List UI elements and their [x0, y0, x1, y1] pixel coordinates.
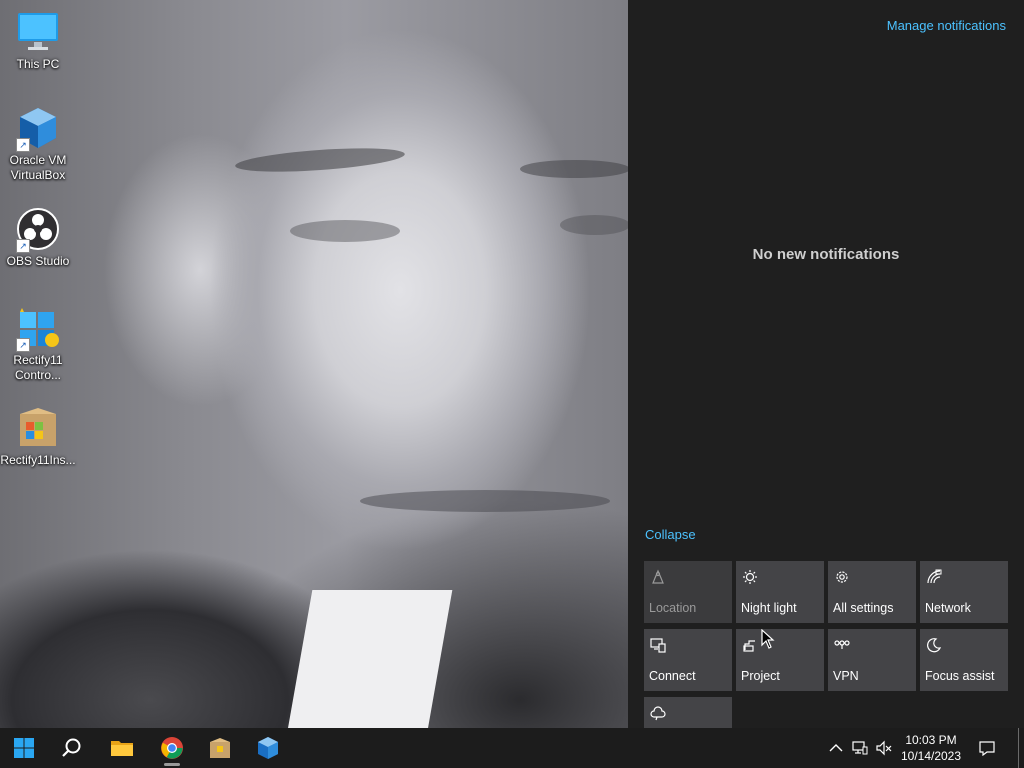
quick-action-cloud[interactable] [644, 697, 732, 728]
taskbar-chrome[interactable] [148, 728, 196, 768]
action-center-panel: Manage notifications No new notification… [628, 0, 1024, 728]
quick-action-all-settings[interactable]: All settings [828, 561, 916, 623]
virtualbox-icon [258, 737, 278, 759]
quick-action-label: Location [649, 601, 697, 615]
desktop-icon-rectify11-control[interactable]: ↗ Rectify11 Contro... [0, 306, 76, 383]
notification-center-button[interactable] [975, 728, 999, 768]
night-light-icon [743, 570, 757, 584]
folder-icon [111, 741, 133, 756]
network-icon [927, 569, 942, 584]
show-hidden-icons-button[interactable] [824, 728, 848, 768]
search-icon [62, 738, 81, 757]
running-indicator [164, 763, 180, 766]
virtualbox-icon: ↗ [16, 106, 60, 152]
desktop-icon-this-pc[interactable]: This PC [0, 10, 76, 72]
chevron-up-icon [829, 744, 843, 752]
desktop-icon-label: This PC [16, 57, 60, 71]
quick-action-label: Network [925, 601, 971, 615]
desktop-icon-label: Oracle VM VirtualBox [9, 153, 67, 182]
shortcut-arrow-icon: ↗ [16, 338, 30, 352]
quick-action-label: Focus assist [925, 669, 995, 683]
manage-notifications-link[interactable]: Manage notifications [887, 18, 1006, 33]
moon-icon [927, 638, 942, 653]
taskbar-clock[interactable]: 10:03 PM 10/14/2023 [896, 732, 966, 764]
desktop-icon-label: Rectify11Ins... [0, 453, 76, 467]
quick-action-network[interactable]: Network [920, 561, 1008, 623]
gear-icon [836, 571, 848, 583]
no-notifications-message: No new notifications [752, 246, 900, 263]
quick-action-label: All settings [833, 601, 894, 615]
desktop-icon-label: OBS Studio [6, 254, 70, 268]
quick-action-connect[interactable]: Connect [644, 629, 732, 691]
connect-icon [650, 638, 666, 653]
windows-logo-icon [14, 738, 34, 758]
quick-action-label: Night light [741, 601, 797, 615]
taskbar: 10:03 PM 10/14/2023 [0, 728, 1024, 768]
package-icon [210, 738, 230, 758]
volume-muted-icon [876, 740, 892, 756]
shortcut-arrow-icon: ↗ [16, 138, 30, 152]
clock-date: 10/14/2023 [900, 749, 962, 763]
obs-studio-icon: ↗ [16, 207, 60, 253]
desktop-wallpaper [0, 0, 630, 730]
taskbar-virtualbox[interactable] [244, 728, 292, 768]
mouse-cursor-icon [761, 629, 775, 649]
rectify11-installer-icon [16, 406, 60, 450]
taskbar-rectify11-installer[interactable] [196, 728, 244, 768]
desktop-icon-obs-studio[interactable]: ↗ OBS Studio [0, 207, 76, 269]
quick-action-vpn[interactable]: VPN [828, 629, 916, 691]
quick-action-label: Project [741, 669, 780, 683]
desktop-icon-virtualbox[interactable]: ↗ Oracle VM VirtualBox [0, 106, 76, 183]
search-button[interactable] [48, 728, 96, 768]
quick-action-night-light[interactable]: Night light [736, 561, 824, 623]
cloud-icon [650, 706, 666, 721]
shortcut-arrow-icon: ↗ [16, 239, 30, 253]
taskbar-file-explorer[interactable] [98, 728, 146, 768]
chrome-icon [161, 737, 183, 759]
rectify11-control-icon: ↗ [16, 306, 60, 352]
desktop-icon-rectify11-installer[interactable]: Rectify11Ins... [0, 406, 76, 468]
clock-time: 10:03 PM [905, 733, 957, 747]
quick-action-label: VPN [833, 669, 859, 683]
quick-action-label: Connect [649, 669, 696, 683]
notification-icon [979, 741, 995, 756]
quick-action-location[interactable]: Location [644, 561, 732, 623]
network-icon [852, 741, 868, 755]
location-icon [652, 569, 664, 584]
start-button[interactable] [0, 728, 48, 768]
tray-network-button[interactable] [848, 728, 872, 768]
tray-volume-button[interactable] [872, 728, 896, 768]
collapse-quick-actions-link[interactable]: Collapse [645, 527, 696, 542]
project-icon [743, 640, 755, 652]
desktop-icon-label: Rectify11 Contro... [13, 353, 63, 382]
vpn-icon [834, 640, 850, 649]
this-pc-icon [16, 10, 60, 54]
quick-action-project[interactable]: Project [736, 629, 824, 691]
quick-action-focus-assist[interactable]: Focus assist [920, 629, 1008, 691]
show-desktop-button[interactable] [1018, 728, 1019, 768]
